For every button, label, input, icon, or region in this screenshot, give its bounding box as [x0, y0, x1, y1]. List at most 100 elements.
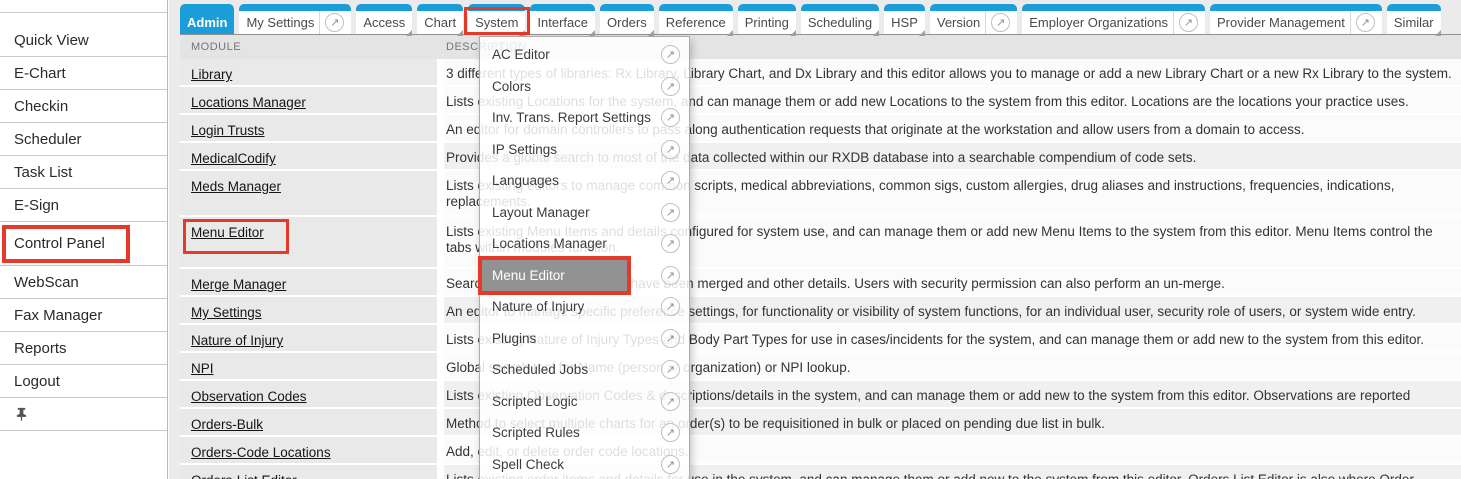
module-link-npi[interactable]: NPI	[191, 361, 214, 376]
module-cell: Merge Manager	[180, 269, 437, 297]
menu-item-inv-trans-report-settings[interactable]: Inv. Trans. Report Settings↗	[480, 102, 689, 134]
tab-label: Admin	[187, 15, 227, 30]
tab-hsp[interactable]: HSP	[884, 4, 925, 34]
sidebar: Quick ViewE-Chart Checkin Scheduler Task Li…	[0, 0, 168, 479]
module-link-my-settings[interactable]: My Settings	[191, 305, 262, 320]
sidebar-item-label: Task List	[14, 164, 72, 181]
module-link-orders-bulk[interactable]: Orders-Bulk	[191, 417, 263, 432]
sidebar-item-task-list[interactable]: Task List	[0, 156, 167, 189]
tab-chart[interactable]: Chart	[417, 4, 463, 34]
sidebar-item-label: Reports	[14, 340, 67, 357]
module-link-meds-manager[interactable]: Meds Manager	[191, 179, 281, 194]
menu-item-scheduled-jobs[interactable]: Scheduled Jobs↗	[480, 354, 689, 386]
tab-provider-management[interactable]: Provider Management ↗	[1210, 4, 1382, 34]
tab-admin[interactable]: Admin	[180, 4, 234, 34]
open-in-editor-icon[interactable]: ↗	[661, 329, 680, 348]
tab-scheduling[interactable]: Scheduling	[801, 4, 879, 34]
pin-sidebar-button[interactable]	[0, 398, 167, 431]
module-link-library[interactable]: Library	[191, 67, 232, 82]
menu-item-scripted-rules[interactable]: Scripted Rules↗	[480, 417, 689, 449]
tab-similar[interactable]: Similar	[1387, 4, 1441, 34]
menu-item-ac-editor[interactable]: AC Editor↗	[480, 39, 689, 71]
column-gap	[437, 437, 444, 465]
open-in-editor-icon[interactable]: ↗	[661, 77, 680, 96]
tab-label: Reference	[666, 15, 726, 30]
sidebar-item-logout[interactable]: Logout	[0, 365, 167, 398]
tab-version[interactable]: Version↗	[930, 4, 1017, 34]
tab-employer-organizations[interactable]: Employer Organizations ↗	[1022, 4, 1205, 34]
external-link-icon[interactable]: ↗	[991, 13, 1010, 32]
open-in-editor-icon[interactable]: ↗	[661, 266, 680, 285]
open-in-editor-icon[interactable]: ↗	[661, 297, 680, 316]
menu-item-locations-manager[interactable]: Locations Manager ↗	[480, 228, 689, 260]
module-cell: My Settings	[180, 297, 437, 325]
menu-item-label: Scripted Logic	[492, 394, 578, 409]
menu-item-spell-check[interactable]: Spell Check↗	[480, 449, 689, 479]
open-in-editor-icon[interactable]: ↗	[661, 360, 680, 379]
tab-label: Employer Organizations	[1029, 15, 1168, 30]
open-in-editor-icon[interactable]: ↗	[661, 455, 680, 474]
tab-printing[interactable]: Printing	[738, 4, 796, 34]
open-in-editor-icon[interactable]: ↗	[661, 108, 680, 127]
sidebar-item-webscan[interactable]: WebScan	[0, 266, 167, 299]
module-link-login-trusts[interactable]: Login Trusts	[191, 123, 265, 138]
open-in-editor-icon[interactable]: ↗	[661, 392, 680, 411]
menu-item-languages[interactable]: Languages↗	[480, 165, 689, 197]
sidebar-item-label: E-Sign	[14, 197, 59, 214]
open-in-editor-icon[interactable]: ↗	[661, 203, 680, 222]
sidebar-item-checkin[interactable]: Checkin	[0, 90, 167, 123]
menu-item-menu-editor[interactable]: Menu Editor↗	[480, 260, 689, 292]
column-gap	[437, 217, 444, 269]
sidebar-item-fax-manager[interactable]: Fax Manager	[0, 299, 167, 332]
tab-orders[interactable]: Orders	[600, 4, 654, 34]
menu-item-layout-manager[interactable]: Layout Manager ↗	[480, 197, 689, 229]
tab-my-settings[interactable]: My Settings↗	[239, 4, 351, 34]
menu-item-label: Nature of Injury	[492, 299, 584, 314]
open-in-editor-icon[interactable]: ↗	[661, 423, 680, 442]
open-in-editor-icon[interactable]: ↗	[661, 171, 680, 190]
external-link-icon[interactable]: ↗	[1356, 13, 1375, 32]
menu-item-plugins[interactable]: Plugins↗	[480, 323, 689, 355]
tab-reference[interactable]: Reference	[659, 4, 733, 34]
table-header-row: MODULE DESCRIPTION	[180, 35, 1461, 59]
sidebar-item-quick-view[interactable]: Quick View	[0, 24, 167, 57]
column-gap	[437, 87, 444, 115]
sidebar-item-e-sign[interactable]: E-Sign	[0, 189, 167, 222]
sidebar-item-e-chart[interactable]: E-Chart	[0, 57, 167, 90]
tab-interface[interactable]: Interface	[530, 4, 595, 34]
open-in-editor-icon[interactable]: ↗	[661, 140, 680, 159]
sidebar-item-control-panel[interactable]: Control Panel	[0, 222, 167, 266]
open-in-editor-icon[interactable]: ↗	[661, 45, 680, 64]
module-link-locations-manager[interactable]: Locations Manager	[191, 95, 306, 110]
column-gap	[437, 115, 444, 143]
module-cell: MedicalCodify	[180, 143, 437, 171]
module-link-menu-editor[interactable]: Menu Editor	[191, 225, 264, 240]
module-link-orders-list-editor[interactable]: Orders-List Editor	[191, 473, 297, 479]
sidebar-item-reports[interactable]: Reports	[0, 332, 167, 365]
external-link-icon[interactable]: ↗	[325, 13, 344, 32]
tab-access[interactable]: Access	[356, 4, 412, 34]
menu-item-label: Locations Manager	[492, 236, 607, 251]
menu-item-label: Colors	[492, 79, 531, 94]
tab-label: Chart	[424, 15, 456, 30]
menu-item-nature-of-injury[interactable]: Nature of Injury ↗	[480, 291, 689, 323]
module-link-orders-code-locations[interactable]: Orders-Code Locations	[191, 445, 331, 460]
module-link-medicalcodify[interactable]: MedicalCodify	[191, 151, 276, 166]
menu-item-scripted-logic[interactable]: Scripted Logic ↗	[480, 386, 689, 418]
module-cell: Nature of Injury	[180, 325, 437, 353]
module-link-observation-codes[interactable]: Observation Codes	[191, 389, 307, 404]
column-gap	[437, 297, 444, 325]
module-link-merge-manager[interactable]: Merge Manager	[191, 277, 286, 292]
tab-label: Orders	[607, 15, 647, 30]
tab-system[interactable]: System	[468, 4, 525, 34]
sidebar-item-scheduler[interactable]: Scheduler	[0, 123, 167, 156]
open-in-editor-icon[interactable]: ↗	[661, 234, 680, 253]
sidebar-item-label: Checkin	[14, 98, 68, 115]
module-link-nature-of-injury[interactable]: Nature of Injury	[191, 333, 283, 348]
menu-item-label: Layout Manager	[492, 205, 590, 220]
sidebar-item-label: Logout	[14, 373, 60, 390]
menu-item-colors[interactable]: Colors ↗	[480, 71, 689, 103]
external-link-icon[interactable]: ↗	[1179, 13, 1198, 32]
tab-label: Provider Management	[1217, 15, 1345, 30]
menu-item-ip-settings[interactable]: IP Settings↗	[480, 134, 689, 166]
